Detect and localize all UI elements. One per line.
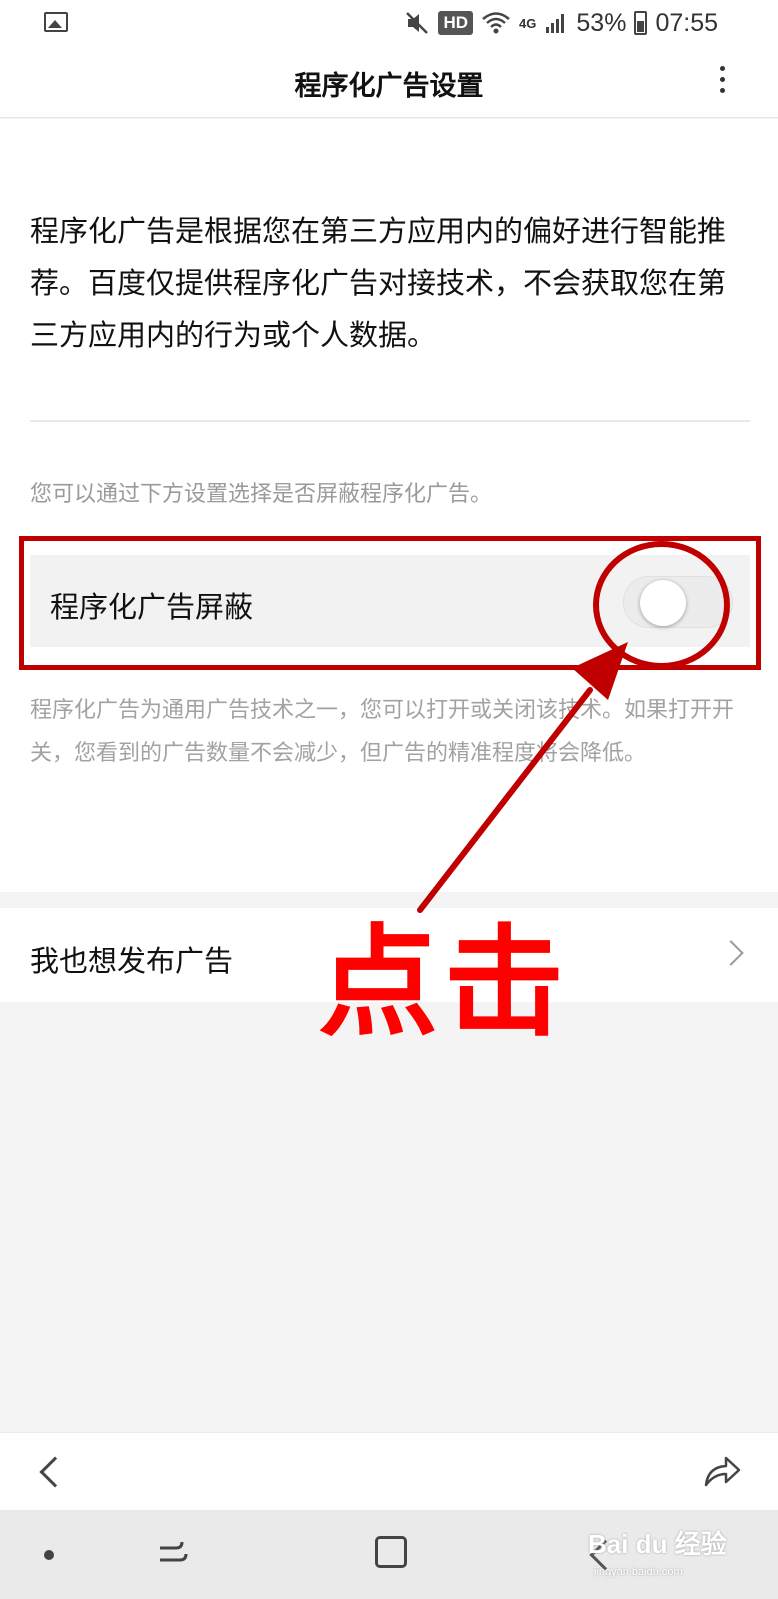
- network-label: 4G: [519, 15, 537, 31]
- description-text: 程序化广告为通用广告技术之一，您可以打开或关闭该技术。如果打开开关，您看到的广告…: [30, 698, 735, 766]
- recents-icon[interactable]: [156, 1538, 190, 1568]
- signal-icon: [546, 14, 565, 33]
- wifi-icon: [482, 12, 510, 34]
- annotation-circle: [593, 541, 730, 669]
- home-icon[interactable]: [375, 1536, 407, 1568]
- clock: 07:55: [655, 8, 718, 37]
- hd-badge: HD: [438, 11, 474, 35]
- status-icons: HD 4G 53% 07:55: [404, 6, 718, 40]
- status-bar: HD 4G 53% 07:55: [0, 0, 778, 46]
- hint-text: 您可以通过下方设置选择是否屏蔽程序化广告。: [30, 482, 493, 507]
- system-nav-bar: Bai du 经验 jingyan.baidu.com: [0, 1510, 778, 1599]
- settings-content: 程序化广告是根据您在第三方应用内的偏好进行智能推荐。百度仅提供程序化广告对接技术…: [0, 119, 778, 892]
- watermark-sub: jingyan.baidu.com: [594, 1566, 683, 1578]
- title-bar: 程序化广告设置: [0, 46, 778, 118]
- gallery-icon: [44, 12, 68, 32]
- more-vertical-icon[interactable]: [720, 66, 726, 96]
- mute-icon: [406, 12, 429, 34]
- battery-percent: 53%: [576, 8, 627, 37]
- intro-text: 程序化广告是根据您在第三方应用内的偏好进行智能推荐。百度仅提供程序化广告对接技术…: [30, 214, 727, 352]
- annotation-click-text: 点击: [318, 914, 570, 1053]
- watermark-main: Bai du 经验: [588, 1529, 727, 1559]
- divider: [30, 420, 750, 422]
- back-icon[interactable]: [39, 1456, 71, 1488]
- publish-ads-label: 我也想发布广告: [30, 944, 234, 978]
- chevron-right-icon: [718, 940, 744, 966]
- share-icon[interactable]: [702, 1453, 742, 1489]
- bottom-toolbar: [0, 1432, 778, 1510]
- page-title: 程序化广告设置: [294, 71, 484, 102]
- baidu-watermark: Bai du 经验 jingyan.baidu.com: [588, 1522, 738, 1592]
- battery-icon: [634, 11, 648, 35]
- nav-dot-icon[interactable]: [44, 1550, 54, 1560]
